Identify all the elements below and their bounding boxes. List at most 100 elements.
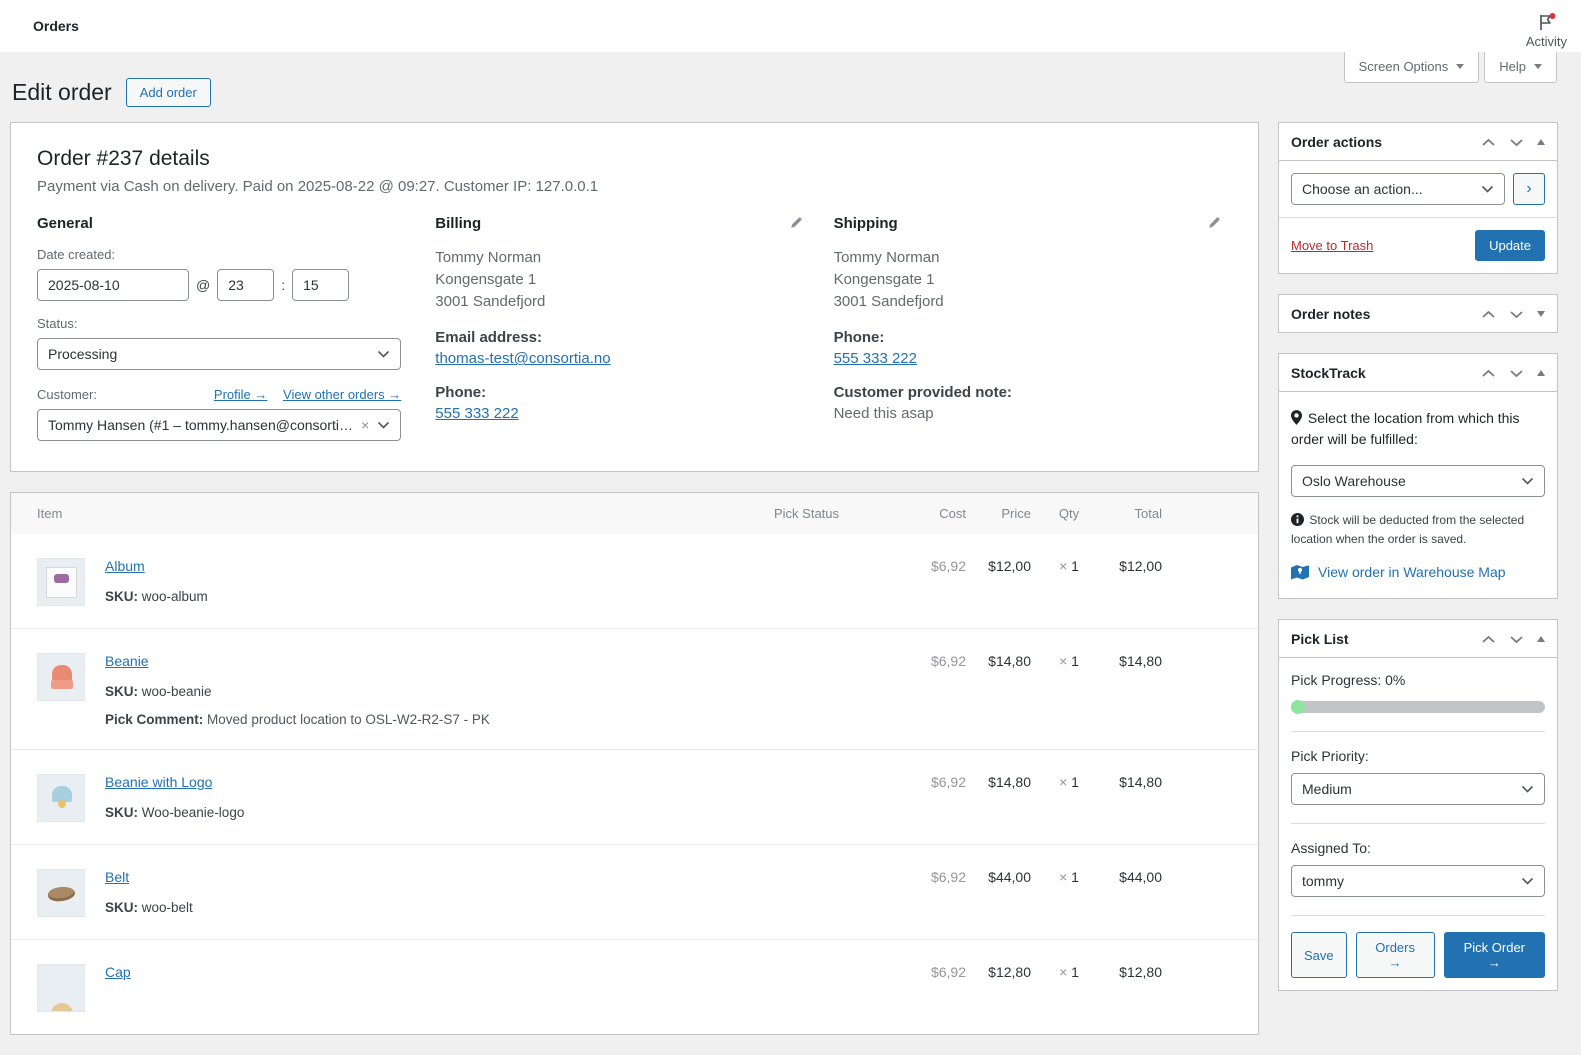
- product-link[interactable]: Album: [105, 558, 145, 574]
- billing-heading: Billing: [435, 215, 799, 232]
- pencil-icon: [789, 215, 804, 230]
- col-item: Item: [37, 506, 774, 521]
- expand-toggle-icon[interactable]: [1537, 311, 1545, 317]
- billing-email-link[interactable]: thomas-test@consortia.no: [435, 350, 610, 367]
- product-link[interactable]: Cap: [105, 964, 131, 980]
- qty-cell: × 1: [1031, 629, 1107, 749]
- divider: [1291, 823, 1545, 824]
- move-up-icon[interactable]: [1481, 310, 1496, 319]
- pick-comment-line: Pick Comment: Moved product location to …: [105, 712, 490, 727]
- billing-phone-label: Phone:: [435, 384, 799, 401]
- date-created-input[interactable]: [37, 269, 189, 301]
- profile-link[interactable]: Profile →: [214, 387, 267, 402]
- order-actions-title: Order actions: [1291, 134, 1481, 150]
- move-down-icon[interactable]: [1509, 635, 1524, 644]
- pick-priority-label: Pick Priority:: [1291, 748, 1545, 764]
- warehouse-map-link[interactable]: View order in Warehouse Map: [1291, 564, 1545, 580]
- customer-label: Customer:: [37, 387, 97, 402]
- chevron-down-icon: [377, 421, 390, 429]
- order-notes-panel: Order notes: [1278, 294, 1558, 333]
- orders-button[interactable]: Orders →: [1356, 932, 1435, 978]
- pick-list-title: Pick List: [1291, 631, 1481, 647]
- product-link[interactable]: Beanie: [105, 653, 149, 669]
- screen-options-button[interactable]: Screen Options: [1344, 52, 1480, 83]
- main-column: Order #237 details Payment via Cash on d…: [10, 122, 1259, 1055]
- table-row: Beanie with Logo SKU: Woo-beanie-logo $6…: [11, 749, 1258, 844]
- save-button[interactable]: Save: [1291, 932, 1347, 978]
- clear-customer-icon[interactable]: ×: [361, 417, 369, 433]
- product-link[interactable]: Belt: [105, 869, 129, 885]
- qty-cell: × 1: [1031, 534, 1107, 628]
- divider: [1291, 915, 1545, 916]
- add-order-button[interactable]: Add order: [126, 78, 211, 107]
- order-details-panel: Order #237 details Payment via Cash on d…: [10, 122, 1259, 472]
- customer-select[interactable]: Tommy Hansen (#1 – tommy.hansen@consorti…: [37, 409, 401, 441]
- content: Order #237 details Payment via Cash on d…: [0, 107, 1581, 1055]
- shipping-heading: Shipping: [834, 215, 1198, 232]
- shipping-phone-link[interactable]: 555 333 222: [834, 350, 917, 367]
- product-link[interactable]: Beanie with Logo: [105, 774, 212, 790]
- move-up-icon[interactable]: [1481, 635, 1496, 644]
- collapse-toggle-icon[interactable]: [1537, 139, 1545, 145]
- collapse-toggle-icon[interactable]: [1537, 636, 1545, 642]
- move-to-trash-link[interactable]: Move to Trash: [1291, 238, 1373, 253]
- move-down-icon[interactable]: [1509, 310, 1524, 319]
- sku-line: SKU: Woo-beanie-logo: [105, 805, 244, 820]
- pick-status-cell: [774, 845, 869, 939]
- items-rows: Album SKU: woo-album $6,92 $12,00 ×: [11, 534, 1258, 1034]
- product-thumbnail: [37, 558, 85, 606]
- edit-billing-button[interactable]: [789, 215, 804, 232]
- pick-progress-label: Pick Progress: 0%: [1291, 672, 1545, 688]
- sku-line: SKU: woo-album: [105, 589, 208, 604]
- fulfillment-location-value: Oslo Warehouse: [1302, 473, 1406, 489]
- date-created-label: Date created:: [37, 247, 401, 262]
- edit-shipping-button[interactable]: [1207, 215, 1222, 232]
- collapse-toggle-icon[interactable]: [1537, 370, 1545, 376]
- table-row: Beanie SKU: woo-beanie Pick Comment: Mov…: [11, 628, 1258, 749]
- billing-address: Tommy Norman Kongensgate 1 3001 Sandefjo…: [435, 247, 799, 312]
- activity-button[interactable]: Activity: [1526, 13, 1567, 49]
- shipping-phone-label: Phone:: [834, 329, 1198, 346]
- fulfillment-location-select[interactable]: Oslo Warehouse: [1291, 465, 1545, 497]
- chevron-down-icon: [1534, 64, 1542, 69]
- order-subtitle: Payment via Cash on delivery. Paid on 20…: [37, 178, 1232, 195]
- chevron-down-icon: [377, 350, 390, 358]
- move-up-icon[interactable]: [1481, 369, 1496, 378]
- move-down-icon[interactable]: [1509, 369, 1524, 378]
- assigned-to-select[interactable]: tommy: [1291, 865, 1545, 897]
- update-button[interactable]: Update: [1475, 230, 1545, 261]
- billing-phone-link[interactable]: 555 333 222: [435, 405, 518, 422]
- pick-list-panel: Pick List Pick Progress: 0% Pick Priorit…: [1278, 619, 1558, 991]
- pick-progress-bar: [1291, 701, 1545, 713]
- billing-section: Billing Tommy Norman Kongensgate 1 3001 …: [435, 215, 833, 441]
- activity-flag-icon: [1536, 13, 1556, 32]
- order-actions-panel: Order actions Choose an action... › Mo: [1278, 122, 1558, 274]
- order-action-value: Choose an action...: [1302, 181, 1423, 197]
- apply-action-button[interactable]: ›: [1513, 173, 1545, 205]
- chevron-down-icon: [1521, 877, 1534, 885]
- minute-input[interactable]: [292, 269, 349, 301]
- pick-order-button[interactable]: Pick Order →: [1444, 932, 1545, 978]
- order-action-select[interactable]: Choose an action...: [1291, 173, 1505, 205]
- edit-order-page: { "topbar": { "title": "Orders", "activi…: [0, 0, 1581, 912]
- qty-cell: × 1: [1031, 940, 1107, 1034]
- pick-priority-select[interactable]: Medium: [1291, 773, 1545, 805]
- help-button[interactable]: Help: [1484, 52, 1557, 83]
- status-value: Processing: [48, 346, 117, 362]
- move-down-icon[interactable]: [1509, 138, 1524, 147]
- move-up-icon[interactable]: [1481, 138, 1496, 147]
- chevron-down-icon: [1456, 64, 1464, 69]
- help-label: Help: [1499, 59, 1526, 74]
- shipping-address: Tommy Norman Kongensgate 1 3001 Sandefjo…: [834, 247, 1198, 312]
- total-cell: $44,00: [1107, 845, 1162, 939]
- status-select[interactable]: Processing: [37, 338, 401, 370]
- product-thumbnail: [37, 774, 85, 822]
- order-title: Order #237 details: [37, 147, 1232, 171]
- view-other-orders-link[interactable]: View other orders →: [283, 387, 401, 402]
- topbar-title: Orders: [33, 18, 79, 34]
- hour-input[interactable]: [217, 269, 274, 301]
- customer-note-label: Customer provided note:: [834, 384, 1198, 401]
- screen-options-label: Screen Options: [1359, 59, 1449, 74]
- product-thumbnail: [37, 869, 85, 917]
- col-total: Total: [1107, 506, 1162, 521]
